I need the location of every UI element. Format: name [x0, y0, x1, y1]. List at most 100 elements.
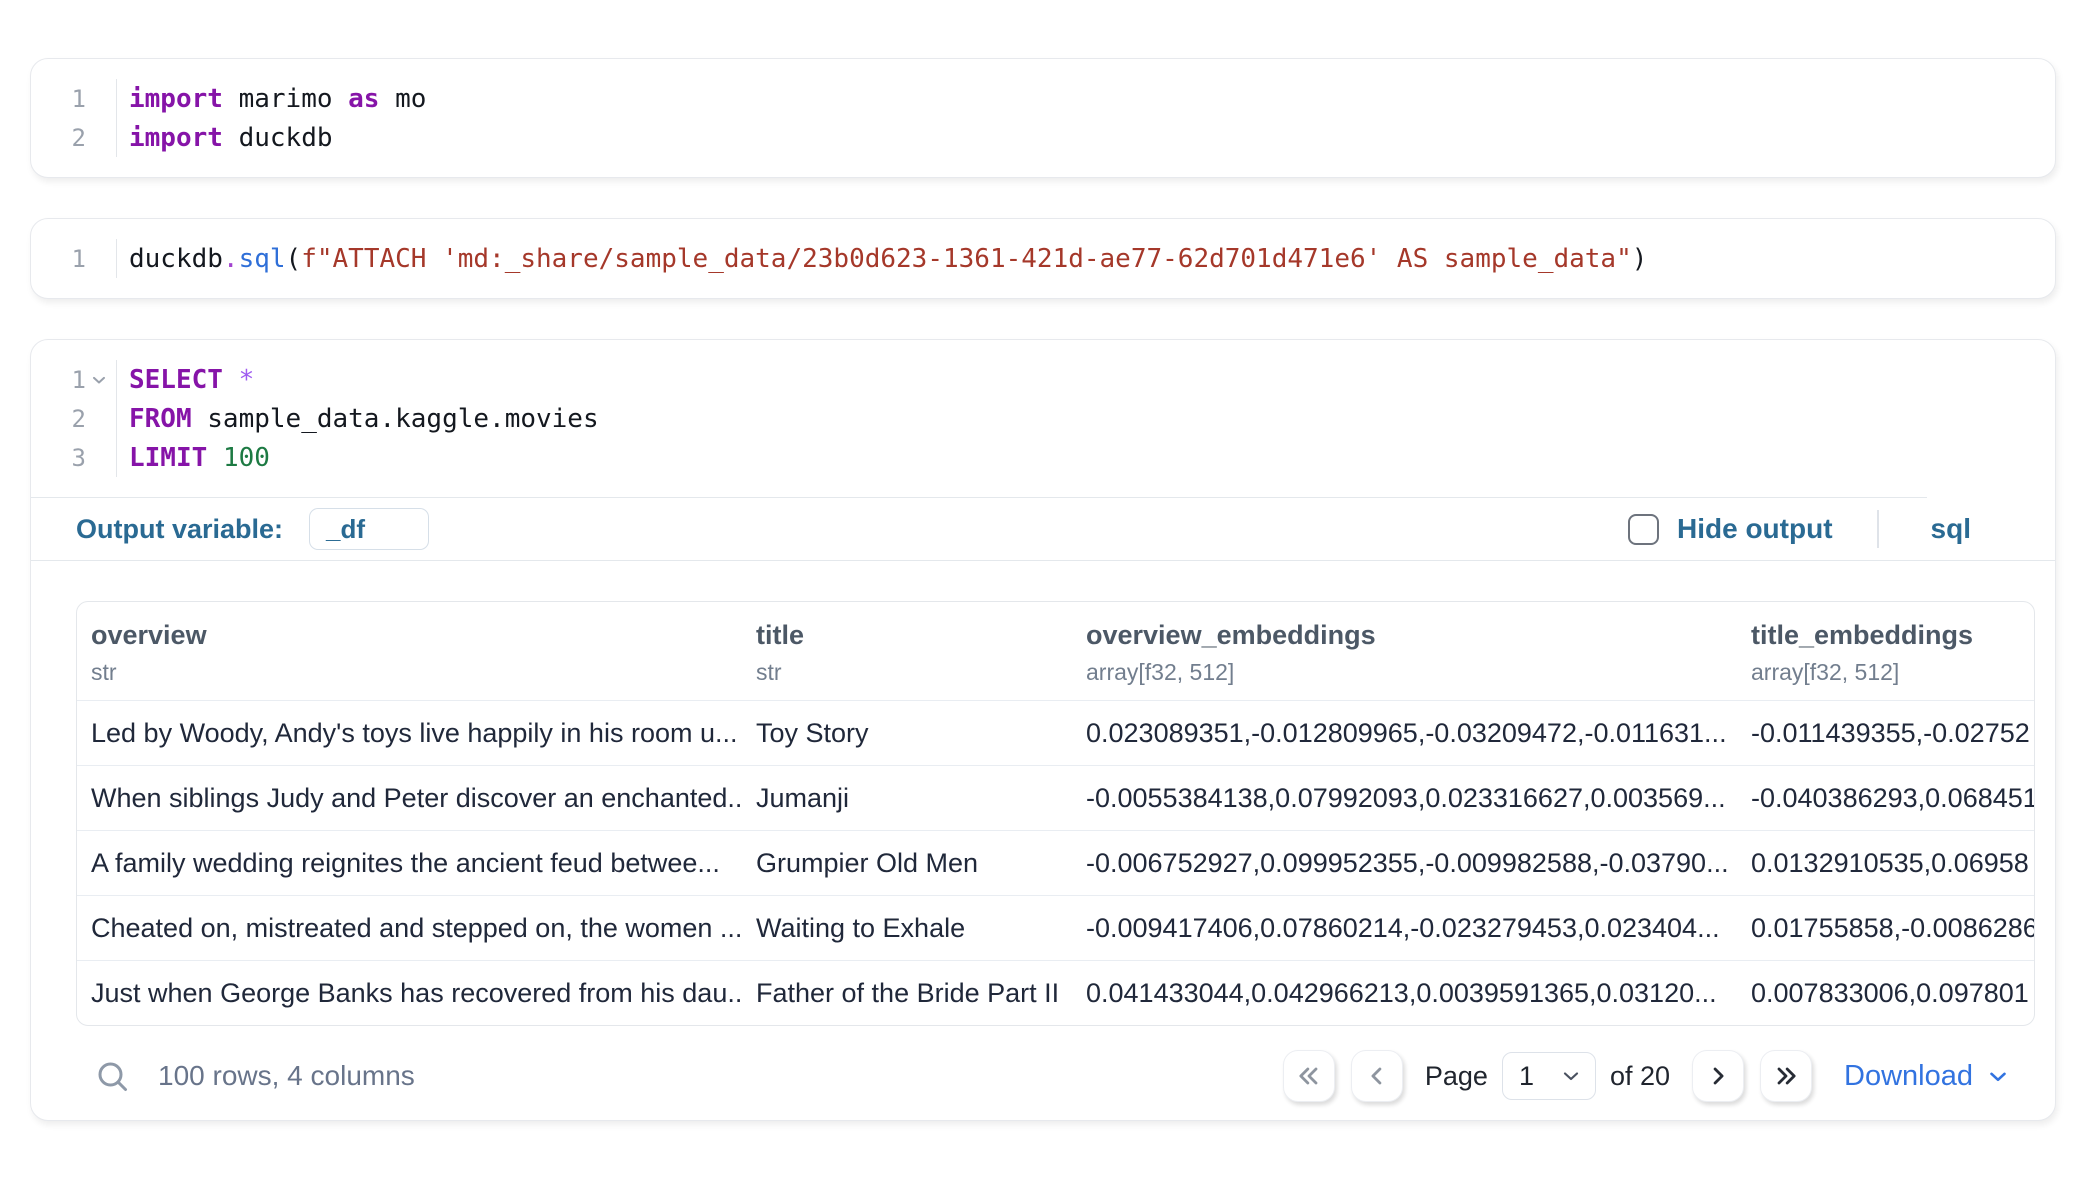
- chevron-down-icon: [1985, 1063, 2011, 1089]
- code-token: 100: [223, 443, 270, 473]
- line-number: 3: [72, 444, 86, 472]
- language-badge[interactable]: sql: [1931, 513, 1971, 545]
- line-gutter: 2: [31, 399, 117, 438]
- table-cell: -0.0055384138,0.07992093,0.023316627,0.0…: [1072, 766, 1737, 830]
- column-header[interactable]: title_embeddings array[f32, 512]: [1737, 602, 2035, 700]
- code-token: LIMIT: [129, 443, 207, 473]
- page-number-select[interactable]: 1: [1502, 1052, 1596, 1100]
- code-text[interactable]: SELECT *: [117, 360, 254, 399]
- download-button[interactable]: Download: [1844, 1060, 2011, 1093]
- line-gutter: 1: [31, 239, 117, 278]
- code-token: sample_data.kaggle.movies: [192, 404, 599, 434]
- code-line: 1 import marimo as mo: [31, 79, 2035, 118]
- line-number: 1: [72, 85, 86, 113]
- column-dtype: array[f32, 512]: [1751, 659, 2035, 686]
- table-row[interactable]: A family wedding reignites the ancient f…: [77, 830, 2034, 895]
- line-gutter: 1: [31, 79, 117, 118]
- search-button[interactable]: [90, 1054, 134, 1098]
- cell-output: overview str title str overview_embeddingsar…: [31, 560, 2055, 1120]
- code-line: 2 import duckdb: [31, 118, 2035, 157]
- download-label: Download: [1844, 1060, 1973, 1093]
- code-token: ): [1632, 244, 1648, 274]
- fold-slot-spacer: [86, 246, 112, 272]
- chevrons-left-icon: [1295, 1062, 1323, 1090]
- chevron-down-icon: [1559, 1064, 1583, 1088]
- code-line: 1 duckdb.sql(f"ATTACH 'md:_share/sample_d…: [31, 239, 2035, 278]
- table-cell: 0.023089351,-0.012809965,-0.03209472,-0.…: [1072, 701, 1737, 765]
- fold-slot-spacer: [86, 125, 112, 151]
- next-page-button[interactable]: [1692, 1050, 1744, 1102]
- table-footer: 100 rows, 4 columns: [76, 1026, 2035, 1106]
- table-cell: Jumanji: [742, 766, 1072, 830]
- output-variable-bar: Output variable: _df Hide output sql: [31, 498, 2055, 560]
- code-cell-imports: 1 import marimo as mo 2 import duckdb: [30, 58, 2056, 178]
- code-line: 3 LIMIT 100: [31, 438, 2035, 477]
- fold-slot-spacer: [86, 86, 112, 112]
- hide-output-label[interactable]: Hide output: [1677, 513, 1833, 545]
- code-token: marimo: [223, 84, 348, 114]
- table-row[interactable]: Led by Woody, Andy's toys live happily i…: [77, 700, 2034, 765]
- table-cell: Led by Woody, Andy's toys live happily i…: [77, 701, 742, 765]
- table-cell: Father of the Bride Part II: [742, 961, 1072, 1025]
- chevrons-right-icon: [1772, 1062, 1800, 1090]
- code-text[interactable]: import marimo as mo: [117, 79, 426, 118]
- column-header[interactable]: overview str: [77, 602, 742, 700]
- code-token: SELECT: [129, 365, 223, 395]
- code-text[interactable]: LIMIT 100: [117, 438, 270, 477]
- line-gutter: 1: [31, 360, 117, 399]
- table-row[interactable]: When siblings Judy and Peter discover an…: [77, 765, 2034, 830]
- column-header[interactable]: title str: [742, 602, 1072, 700]
- hide-output-checkbox[interactable]: [1628, 514, 1659, 545]
- table-cell: Just when George Banks has recovered fro…: [77, 961, 742, 1025]
- table-cell: -0.040386293,0.068451: [1737, 766, 2035, 830]
- column-dtype: str: [756, 659, 1058, 686]
- code-token: duckdb: [129, 244, 223, 274]
- chevron-left-icon: [1363, 1062, 1391, 1090]
- sql-cell: 1SELECT *2FROM sample_data.kaggle.movies…: [30, 339, 2056, 1121]
- table-cell: Waiting to Exhale: [742, 896, 1072, 960]
- table-cell: Cheated on, mistreated and stepped on, t…: [77, 896, 742, 960]
- table-cell: 0.0132910535,0.06958: [1737, 831, 2035, 895]
- line-number: 2: [72, 124, 86, 152]
- line-gutter: 3: [31, 438, 117, 477]
- code-text[interactable]: FROM sample_data.kaggle.movies: [117, 399, 599, 438]
- column-name: title_embeddings: [1751, 620, 2035, 651]
- code-token: *: [239, 365, 255, 395]
- line-number: 1: [72, 245, 86, 273]
- table-cell: When siblings Judy and Peter discover an…: [77, 766, 742, 830]
- table-body: Led by Woody, Andy's toys live happily i…: [77, 700, 2034, 1025]
- last-page-button[interactable]: [1760, 1050, 1812, 1102]
- page-total-label: of 20: [1610, 1061, 1670, 1092]
- column-name: title: [756, 620, 1058, 651]
- table-header-row: overview str title str overview_embeddingsar…: [77, 602, 2034, 700]
- column-header[interactable]: overview_embeddingsarray[f32, 512]: [1072, 602, 1737, 700]
- column-name: overview: [91, 620, 728, 651]
- table-cell: 0.041433044,0.042966213,0.0039591365,0.0…: [1072, 961, 1737, 1025]
- pagination: Page 1 of 20: [1283, 1050, 2011, 1102]
- table-cell: 0.01755858,-0.0086286: [1737, 896, 2035, 960]
- table-row[interactable]: Cheated on, mistreated and stepped on, t…: [77, 895, 2034, 960]
- fold-chevron-icon[interactable]: [86, 367, 112, 393]
- table-cell: -0.006752927,0.099952355,-0.009982588,-0…: [1072, 831, 1737, 895]
- code-text[interactable]: duckdb.sql(f"ATTACH 'md:_share/sample_da…: [117, 239, 1647, 278]
- code-editor[interactable]: 1 duckdb.sql(f"ATTACH 'md:_share/sample_d…: [31, 219, 2055, 298]
- table-row[interactable]: Just when George Banks has recovered fro…: [77, 960, 2034, 1025]
- code-token: f"ATTACH 'md:_share/sample_data/23b0d623…: [301, 244, 1632, 274]
- first-page-button[interactable]: [1283, 1050, 1335, 1102]
- code-token: as: [348, 84, 379, 114]
- output-variable-input[interactable]: _df: [309, 508, 429, 550]
- column-dtype: str: [91, 659, 728, 686]
- code-editor[interactable]: 1 import marimo as mo 2 import duckdb: [31, 59, 2055, 177]
- page-number-value: 1: [1519, 1061, 1534, 1092]
- code-token: import: [129, 123, 223, 153]
- code-token: [207, 443, 223, 473]
- code-token: sql: [239, 244, 286, 274]
- code-cell-attach: 1 duckdb.sql(f"ATTACH 'md:_share/sample_d…: [30, 218, 2056, 299]
- code-text[interactable]: import duckdb: [117, 118, 333, 157]
- table-cell: -0.011439355,-0.02752: [1737, 701, 2035, 765]
- code-token: FROM: [129, 404, 192, 434]
- table-cell: A family wedding reignites the ancient f…: [77, 831, 742, 895]
- previous-page-button[interactable]: [1351, 1050, 1403, 1102]
- chevron-right-icon: [1704, 1062, 1732, 1090]
- code-editor[interactable]: 1SELECT *2FROM sample_data.kaggle.movies…: [31, 340, 2055, 497]
